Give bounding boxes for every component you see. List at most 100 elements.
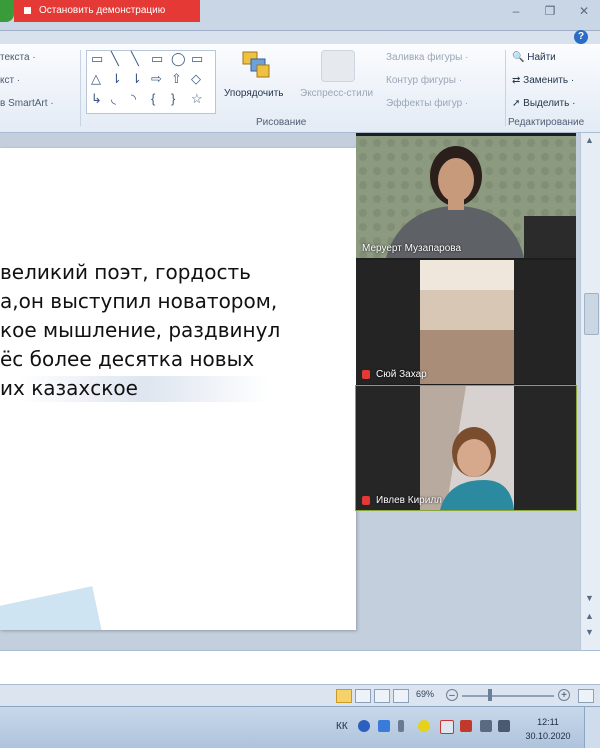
scroll-down-icon[interactable]: ▼: [585, 593, 594, 603]
ribbon-align-text[interactable]: кст ·: [0, 75, 20, 86]
signal-tray-icon[interactable]: [498, 720, 510, 732]
shape-glyph[interactable]: ⇧: [171, 71, 182, 87]
participant-name: Ивлев Кирилл: [362, 495, 442, 506]
replace-label: Заменить ·: [523, 75, 575, 86]
shape-glyph[interactable]: ◯: [171, 51, 186, 67]
select-label: Выделить ·: [523, 98, 576, 109]
editing-group-label: Редактирование: [508, 117, 585, 128]
shape-glyph[interactable]: ◇: [191, 71, 201, 87]
share-status-icon[interactable]: [0, 0, 14, 22]
shape-glyph[interactable]: ╲: [131, 51, 139, 67]
stop-icon: [24, 6, 31, 14]
video-panel: Меруерт Музапарова Сюй Захар Ивлев Кирил…: [355, 133, 577, 511]
participant-tile-active[interactable]: Ивлев Кирилл: [355, 385, 577, 511]
shape-outline-button[interactable]: Контур фигуры ·: [386, 75, 462, 86]
zoom-slider[interactable]: [462, 695, 554, 697]
participant-tile[interactable]: Меруерт Музапарова: [356, 136, 576, 258]
shape-glyph[interactable]: ▭: [151, 51, 163, 67]
participant-video: [356, 260, 576, 384]
scroll-up-icon[interactable]: ▲: [585, 135, 594, 145]
ribbon-text-direction[interactable]: текста ·: [0, 52, 36, 63]
scroll-thumb[interactable]: [584, 293, 599, 335]
ribbon-convert-smartart[interactable]: в SmartArt ·: [0, 98, 54, 109]
restore-button[interactable]: ❐: [542, 4, 558, 18]
shapes-gallery[interactable]: ▭ ╲ ╲ ▭ ◯ ▭ △ ⇂ ⇂ ⇨ ⇧ ◇ ↳ ◟ ◝ { } ☆: [86, 50, 216, 114]
shape-glyph[interactable]: ▭: [91, 51, 103, 67]
binoculars-icon: 🔍: [512, 52, 525, 63]
slide-decoration: [0, 586, 105, 630]
language-indicator[interactable]: КК: [336, 721, 348, 732]
shape-glyph[interactable]: ☆: [191, 91, 203, 107]
reading-view-button[interactable]: [374, 689, 390, 703]
stop-demo-button[interactable]: Остановить демонстрацию: [14, 0, 200, 22]
stop-demo-label: Остановить демонстрацию: [39, 5, 166, 16]
find-label: Найти: [527, 52, 556, 63]
power-tray-icon[interactable]: [480, 720, 492, 732]
notes-pane[interactable]: [0, 650, 600, 685]
express-styles-label[interactable]: Экспресс-стили: [300, 88, 373, 99]
express-styles-icon[interactable]: [321, 50, 355, 82]
slide-text-line: а,он выступил новатором,: [0, 289, 278, 313]
find-button[interactable]: 🔍 Найти: [512, 52, 556, 63]
shape-glyph[interactable]: ⇨: [151, 71, 162, 87]
slideshow-button[interactable]: [393, 689, 409, 703]
slide-body-text[interactable]: великий поэт, гордость а,он выступил нов…: [0, 258, 280, 403]
shape-glyph[interactable]: }: [171, 91, 175, 106]
shape-glyph[interactable]: △: [91, 71, 101, 87]
shape-glyph[interactable]: ╲: [111, 51, 119, 67]
participant-tile[interactable]: Сюй Захар: [356, 260, 576, 384]
shape-glyph[interactable]: ↳: [91, 91, 102, 107]
zoom-out-button[interactable]: –: [446, 689, 458, 701]
mic-muted-icon: [362, 495, 370, 505]
select-button[interactable]: ➚ Выделить ·: [512, 98, 575, 109]
status-bar: 69% – +: [0, 684, 600, 707]
shape-glyph[interactable]: ◝: [131, 91, 136, 107]
clock[interactable]: 12:11 30.10.2020: [520, 715, 576, 743]
ribbon: текста · кст · в SmartArt · ▭ ╲ ╲ ▭ ◯ ▭ …: [0, 44, 600, 133]
flag-tray-icon[interactable]: [440, 720, 454, 734]
help-icon[interactable]: ?: [574, 30, 588, 44]
participant-video: [356, 386, 576, 510]
vertical-scrollbar[interactable]: ▲ ▼ ▲ ▼: [580, 133, 600, 650]
participant-name: Меруерт Музапарова: [362, 243, 462, 254]
fit-to-window-button[interactable]: [578, 689, 594, 703]
shape-glyph[interactable]: ⇂: [131, 71, 142, 87]
arrange-icon[interactable]: [241, 50, 273, 80]
zoom-level[interactable]: 69%: [416, 689, 434, 699]
shape-fill-button[interactable]: Заливка фигуры ·: [386, 52, 468, 63]
mic-muted-icon: [362, 369, 370, 379]
replace-button[interactable]: ⇄ Заменить ·: [512, 75, 574, 86]
tray-arrow-icon[interactable]: [398, 720, 404, 732]
minimize-button[interactable]: –: [508, 4, 524, 18]
participant-name-label: Ивлев Кирилл: [376, 495, 442, 506]
slide-text-line: их казахское: [0, 376, 138, 400]
network-tray-icon[interactable]: [378, 720, 390, 732]
taskbar: КК 12:11 30.10.2020: [0, 706, 600, 748]
app-tray-icon[interactable]: [418, 720, 430, 732]
shape-glyph[interactable]: {: [151, 91, 155, 106]
arrange-label[interactable]: Упорядочить: [224, 88, 284, 99]
participant-video: [356, 136, 576, 258]
shape-glyph[interactable]: ⇂: [111, 71, 122, 87]
clock-date: 30.10.2020: [525, 731, 571, 741]
shape-effects-button[interactable]: Эффекты фигур ·: [386, 98, 468, 109]
slide-sorter-button[interactable]: [355, 689, 371, 703]
window-controls: – ❐ ✕: [508, 4, 592, 18]
cursor-icon: ➚: [512, 98, 521, 109]
slide-text-line: великий поэт, гордость: [0, 260, 251, 284]
participant-name: Сюй Захар: [362, 369, 427, 380]
help-tray-icon[interactable]: [358, 720, 370, 732]
shape-glyph[interactable]: ◟: [111, 91, 116, 107]
zoom-slider-thumb[interactable]: [488, 689, 492, 701]
shape-glyph[interactable]: ▭: [191, 51, 203, 67]
close-button[interactable]: ✕: [576, 4, 592, 18]
show-desktop-button[interactable]: [584, 707, 600, 748]
zoom-in-button[interactable]: +: [558, 689, 570, 701]
prev-slide-icon[interactable]: ▲: [585, 611, 594, 621]
participant-name-label: Сюй Захар: [376, 369, 427, 380]
group-separator: [80, 50, 81, 126]
security-tray-icon[interactable]: [460, 720, 472, 732]
slide-text-line: ёс более десятка новых: [0, 347, 255, 371]
normal-view-button[interactable]: [336, 689, 352, 703]
next-slide-icon[interactable]: ▼: [585, 627, 594, 637]
